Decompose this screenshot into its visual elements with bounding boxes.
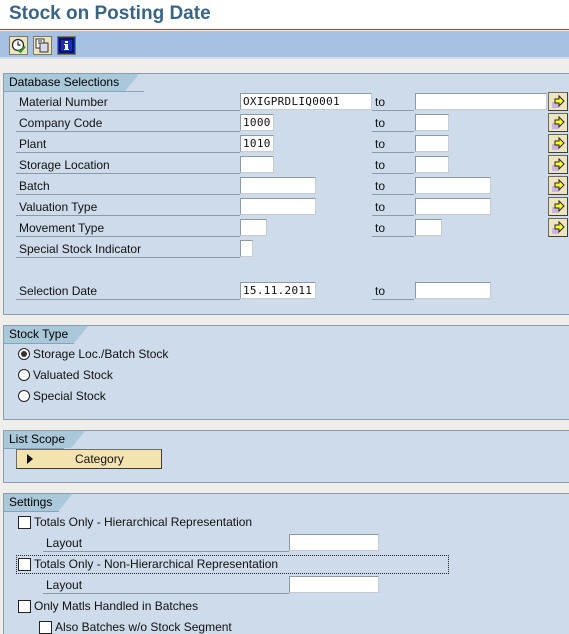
execute-button[interactable] [9,36,28,55]
plant-label: Plant [16,135,240,153]
plant-from-input[interactable]: 1010 [240,135,274,152]
selection-date-to-input[interactable] [415,282,491,299]
plant-multiple-selection-button[interactable] [548,134,568,153]
to-label: to [372,177,414,195]
arrow-right-icon [552,94,565,108]
application-toolbar [0,31,569,59]
arrow-right-icon [552,136,565,150]
checkbox-unchecked-icon[interactable] [18,599,31,613]
storage-location-label: Storage Location [16,156,240,174]
to-label: to [372,114,414,132]
valuated-stock-radio[interactable]: Valuated Stock [18,366,113,384]
radio-label: Special Stock [33,389,106,403]
valuation-type-label: Valuation Type [16,198,240,216]
arrow-right-icon [552,220,565,234]
batch-to-input[interactable] [415,177,491,194]
arrow-right-icon [552,157,565,171]
material-number-label: Material Number [16,93,240,111]
category-button[interactable]: Category [16,449,162,469]
movement-type-to-input[interactable] [415,219,442,236]
checkbox-label: Totals Only - Non-Hierarchical Represent… [34,557,279,571]
checkbox-label: Only Matls Handled in Batches [34,599,199,613]
group-title: List Scope [4,431,85,448]
checkbox-unchecked-icon[interactable] [18,557,31,571]
movement-type-from-input[interactable] [240,219,267,236]
special-stock-indicator-label: Special Stock Indicator [16,240,240,258]
to-label: to [372,282,414,300]
valuation-type-to-input[interactable] [415,198,491,215]
triangle-right-icon [27,454,33,464]
material-number-from-input[interactable]: OXIGPRDLIQ0001 [240,93,372,110]
group-title: Database Selections [4,74,139,91]
radio-label: Valuated Stock [33,368,113,382]
storage-location-multiple-selection-button[interactable] [548,155,568,174]
storage-loc-batch-stock-radio[interactable]: Storage Loc./Batch Stock [18,345,168,363]
layout-label-2: Layout [43,576,289,594]
arrow-right-icon [552,199,565,213]
to-label: to [372,156,414,174]
copy-pages-icon [35,38,49,53]
checkbox-label: Totals Only - Hierarchical Representatio… [34,515,253,529]
layout-label-1: Layout [43,534,289,552]
checkbox-label: Also Batches w/o Stock Segment [55,620,232,634]
to-label: to [372,198,414,216]
valuation-type-from-input[interactable] [240,198,316,215]
arrow-right-icon [552,115,565,129]
special-stock-radio[interactable]: Special Stock [18,387,106,405]
movement-type-label: Movement Type [16,219,240,237]
storage-location-from-input[interactable] [240,156,274,173]
valuation-type-multiple-selection-button[interactable] [548,197,568,216]
selection-date-from-input[interactable]: 15.11.2011 [240,282,316,299]
checkbox-unchecked-icon[interactable] [39,620,52,634]
material-number-multiple-selection-button[interactable] [548,92,568,111]
group-title: Stock Type [4,326,88,343]
selection-date-label: Selection Date [16,282,240,300]
to-label: to [372,93,414,111]
plant-to-input[interactable] [415,135,449,152]
storage-location-to-input[interactable] [415,156,449,173]
radio-unselected-icon[interactable] [18,369,30,381]
radio-selected-icon[interactable] [18,348,30,360]
get-variant-button[interactable] [33,36,52,55]
batch-from-input[interactable] [240,177,316,194]
to-label: to [372,219,414,237]
info-icon [59,38,74,53]
totals-only-hierarchical-checkbox[interactable]: Totals Only - Hierarchical Representatio… [18,513,252,531]
layout-input-2[interactable] [289,576,379,593]
company-code-label: Company Code [16,114,240,132]
movement-type-multiple-selection-button[interactable] [548,218,568,237]
clock-check-icon [11,38,26,53]
radio-unselected-icon[interactable] [18,390,30,402]
checkbox-unchecked-icon[interactable] [18,515,31,529]
layout-input-1[interactable] [289,534,379,551]
group-title: Settings [4,494,72,511]
material-number-to-input[interactable] [415,93,547,110]
to-label: to [372,135,414,153]
category-button-label: Category [75,452,124,466]
special-stock-indicator-input[interactable] [240,240,253,257]
batch-multiple-selection-button[interactable] [548,176,568,195]
arrow-right-icon [552,178,565,192]
page-title: Stock on Posting Date [9,3,211,24]
batch-label: Batch [16,177,240,195]
company-code-multiple-selection-button[interactable] [548,113,568,132]
totals-only-non-hierarchical-checkbox[interactable]: Totals Only - Non-Hierarchical Represent… [18,555,278,573]
radio-label: Storage Loc./Batch Stock [33,347,169,361]
also-batches-without-stock-segment-checkbox[interactable]: Also Batches w/o Stock Segment [39,618,232,634]
info-button[interactable] [57,36,76,55]
company-code-to-input[interactable] [415,114,449,131]
company-code-from-input[interactable]: 1000 [240,114,274,131]
only-matls-handled-in-batches-checkbox[interactable]: Only Matls Handled in Batches [18,597,198,615]
title-bar: Stock on Posting Date [0,0,569,30]
